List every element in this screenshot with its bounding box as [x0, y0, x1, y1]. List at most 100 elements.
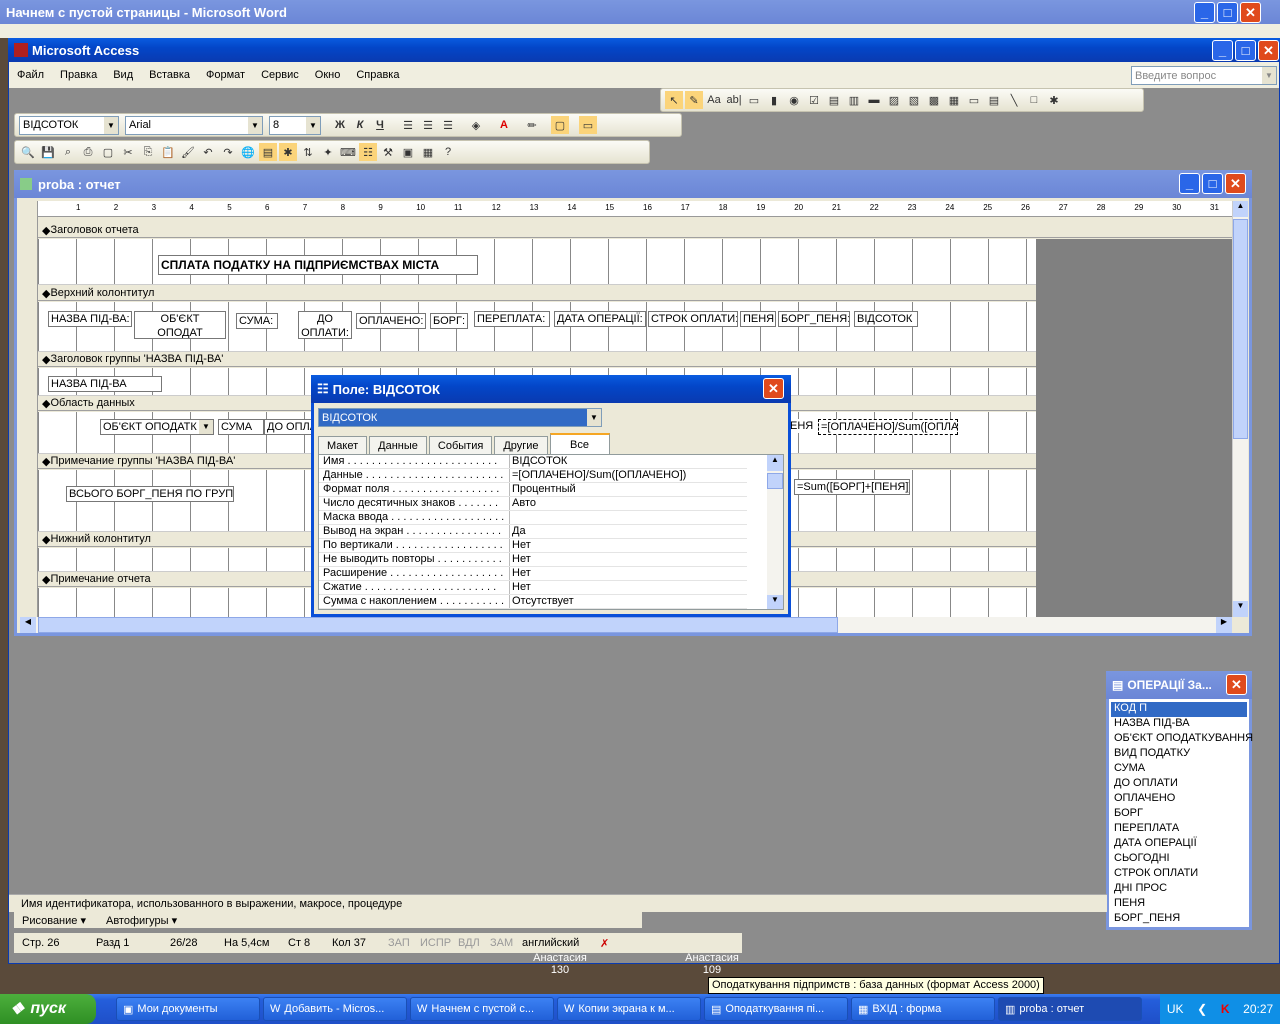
line-icon[interactable]: ╲	[1005, 91, 1023, 109]
tab-events[interactable]: События	[428, 436, 493, 454]
property-row[interactable]: Формат поля . . . . . . . . . . . . . . …	[319, 483, 747, 497]
option-button-icon[interactable]: ◉	[785, 91, 803, 109]
align-left-icon[interactable]: ☰	[399, 116, 417, 134]
property-value[interactable]: Нет	[509, 539, 747, 552]
header-label-data-operatsii[interactable]: ДАТА ОПЕРАЦІЇ:	[554, 311, 646, 327]
line-color-icon[interactable]: ✏	[523, 116, 541, 134]
section-report-header[interactable]: ◆ Заголовок отчета	[38, 223, 1232, 238]
search-icon[interactable]: ⌕	[59, 143, 77, 161]
bound-frame-icon[interactable]: ▩	[925, 91, 943, 109]
field-list-item[interactable]: КОД П	[1111, 702, 1247, 717]
report-close-button[interactable]: ✕	[1225, 173, 1246, 194]
underline-button[interactable]: Ч	[371, 116, 389, 134]
field-list-item[interactable]: СТРОК ОПЛАТИ	[1111, 867, 1247, 882]
option-group-icon[interactable]: ▭	[745, 91, 763, 109]
listbox-icon[interactable]: ▥	[845, 91, 863, 109]
hyperlink-icon[interactable]: 🌐	[239, 143, 257, 161]
property-row[interactable]: Имя . . . . . . . . . . . . . . . . . . …	[319, 455, 747, 469]
property-scroll-thumb[interactable]	[767, 473, 783, 489]
property-value[interactable]: Нет	[509, 581, 747, 594]
report-minimize-button[interactable]: _	[1179, 173, 1200, 194]
menu-file[interactable]: Файл	[9, 69, 52, 81]
toggle-icon[interactable]: ▮	[765, 91, 783, 109]
property-value[interactable]: Отсутствует	[509, 595, 747, 608]
format-painter-icon[interactable]: 🖌	[179, 143, 197, 161]
ruler-corner[interactable]	[20, 201, 38, 217]
access-minimize-button[interactable]: _	[1212, 40, 1233, 61]
header-label-do-oplaty[interactable]: ДО ОПЛАТИ:	[298, 311, 352, 339]
cut-icon[interactable]: ✂	[119, 143, 137, 161]
autoshapes-menu[interactable]: Автофигуры ▾	[106, 914, 177, 927]
detail-field-penia[interactable]: ЕНЯ	[788, 419, 818, 433]
align-center-icon[interactable]: ☰	[419, 116, 437, 134]
horizontal-scrollbar[interactable]: ◀ ▶	[20, 617, 1232, 633]
access-maximize-button[interactable]: □	[1235, 40, 1256, 61]
spelling-icon[interactable]: ✗	[600, 937, 609, 950]
detail-field-percent-selected[interactable]: =[ОПЛАЧЕНО]/Sum([ОПЛА	[818, 419, 958, 435]
more-controls-icon[interactable]: ✱	[1045, 91, 1063, 109]
chevron-left-icon[interactable]: ❮	[1197, 1002, 1207, 1016]
status-ext[interactable]: ВДЛ	[458, 937, 486, 949]
vertical-scrollbar[interactable]: ▲ ▼	[1232, 201, 1248, 617]
property-row[interactable]: Данные . . . . . . . . . . . . . . . . .…	[319, 469, 747, 483]
properties-icon[interactable]: ☷	[359, 143, 377, 161]
tab-all[interactable]: Все	[549, 433, 610, 454]
toolbox-icon[interactable]: ✱	[279, 143, 297, 161]
header-label-pereplata[interactable]: ПЕРЕПЛАТА:	[474, 311, 550, 327]
taskbar-item-my-documents[interactable]: ▣ Мои документы	[116, 997, 260, 1021]
header-label-oplacheno[interactable]: ОПЛАЧЕНО:	[356, 313, 426, 329]
menu-tools[interactable]: Сервис	[253, 69, 307, 81]
group-footer-label[interactable]: ВСЬОГО БОРГ_ПЕНЯ ПО ГРУПІ:	[66, 486, 234, 502]
header-label-suma[interactable]: СУМА:	[236, 313, 278, 329]
label-icon[interactable]: Aa	[705, 91, 723, 109]
font-color-icon[interactable]: A	[495, 116, 513, 134]
property-value[interactable]: =[ОПЛАЧЕНО]/Sum([ОПЛАЧЕНО])	[509, 469, 747, 482]
field-list-item[interactable]: ОБ'ЄКТ ОПОДАТКУВАННЯ	[1111, 732, 1253, 747]
taskbar-item-add[interactable]: W Добавить - Micros...	[263, 997, 407, 1021]
word-maximize-button[interactable]: □	[1217, 2, 1238, 23]
property-row[interactable]: Сжатие . . . . . . . . . . . . . . . . .…	[319, 581, 747, 595]
header-label-vidsotok[interactable]: ВІДСОТОК	[854, 311, 918, 327]
autoformat-icon[interactable]: ✦	[319, 143, 337, 161]
menu-insert[interactable]: Вставка	[141, 69, 198, 81]
menu-format[interactable]: Формат	[198, 69, 253, 81]
property-scroll-down-icon[interactable]: ▼	[767, 595, 783, 609]
word-minimize-button[interactable]: _	[1194, 2, 1215, 23]
scroll-left-icon[interactable]: ◀	[20, 617, 36, 633]
language-indicator[interactable]: UK	[1167, 1002, 1184, 1016]
field-list-close-button[interactable]: ✕	[1226, 674, 1247, 695]
status-rec[interactable]: ЗАП	[388, 937, 416, 949]
desktop-icon-2[interactable]: Анастасия 109	[672, 952, 752, 976]
help-icon[interactable]: ?	[439, 143, 457, 161]
property-value[interactable]: Нет	[509, 553, 747, 566]
antivirus-icon[interactable]: K	[1221, 1002, 1230, 1016]
print-icon[interactable]: ⎙	[79, 143, 97, 161]
select-objects-icon[interactable]: ↖	[665, 91, 683, 109]
taskbar-item-screenshots[interactable]: W Копии экрана к м...	[557, 997, 701, 1021]
header-label-borg[interactable]: БОРГ:	[430, 313, 468, 329]
vertical-scroll-thumb[interactable]	[1233, 219, 1248, 439]
copy-icon[interactable]: ⎘	[139, 143, 157, 161]
tab-data[interactable]: Данные	[369, 436, 427, 454]
property-row[interactable]: Сумма с накоплением . . . . . . . . . . …	[319, 595, 747, 609]
unbound-frame-icon[interactable]: ▧	[905, 91, 923, 109]
align-right-icon[interactable]: ☰	[439, 116, 457, 134]
wizard-icon[interactable]: ✎	[685, 91, 703, 109]
property-row[interactable]: Расширение . . . . . . . . . . . . . . .…	[319, 567, 747, 581]
detail-field-object[interactable]: ОБ'ЄКТ ОПОДАТК ▼	[100, 419, 214, 435]
desktop-icon-1[interactable]: Анастасия 130	[520, 952, 600, 976]
menu-edit[interactable]: Правка	[52, 69, 105, 81]
field-list-item[interactable]: ДНІ ПРОС	[1111, 882, 1247, 897]
start-button[interactable]: ❖ пуск	[0, 994, 96, 1024]
property-value[interactable]: Процентный	[509, 483, 747, 496]
page-break-icon[interactable]: ▦	[945, 91, 963, 109]
field-list-item[interactable]: ДО ОПЛАТИ	[1111, 777, 1247, 792]
menu-help[interactable]: Справка	[348, 69, 407, 81]
redo-icon[interactable]: ↷	[219, 143, 237, 161]
property-row[interactable]: Не выводить повторы . . . . . . . . . . …	[319, 553, 747, 567]
scroll-down-icon[interactable]: ▼	[1233, 601, 1248, 617]
group-field-nazva[interactable]: НАЗВА ПІД-ВА	[48, 376, 162, 392]
status-trk[interactable]: ИСПР	[420, 937, 454, 949]
status-ovr[interactable]: ЗАМ	[490, 937, 518, 949]
header-label-object[interactable]: ОБ'ЄКТ ОПОДАТ КУВАННЯ:	[134, 311, 226, 339]
